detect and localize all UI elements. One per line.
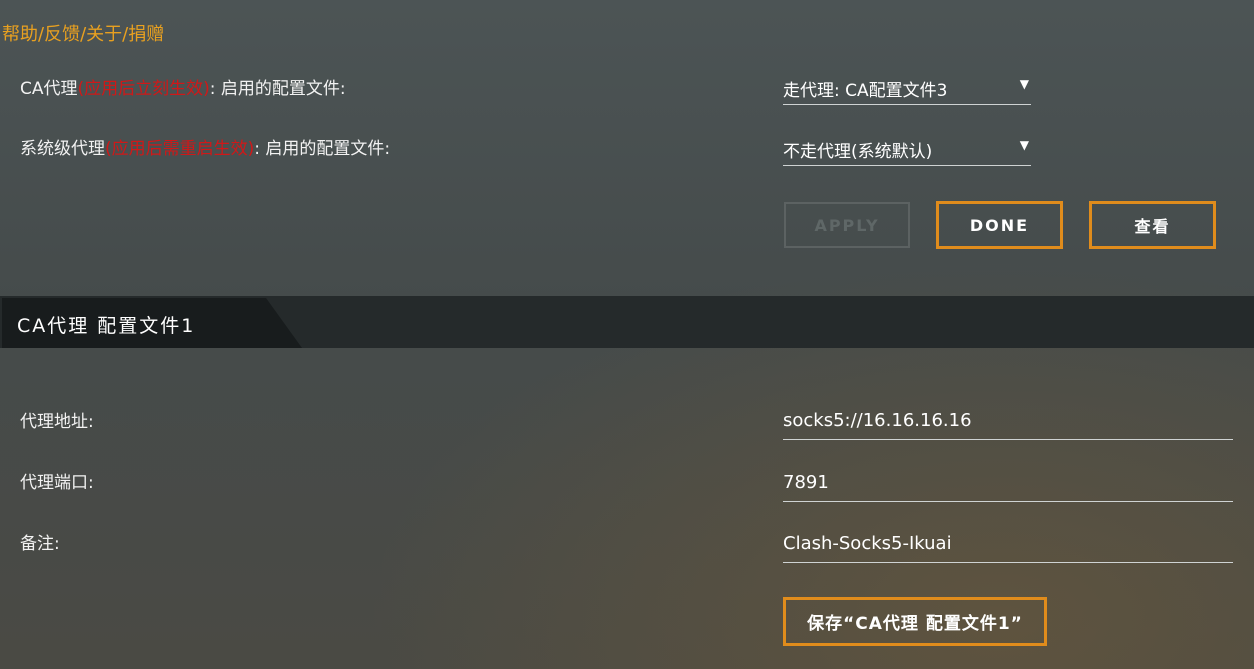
proxy-address-value: socks5://16.16.16.16 (783, 410, 972, 431)
ca-proxy-label-main: CA代理 (20, 79, 78, 99)
view-button[interactable]: 查看 (1089, 201, 1216, 249)
system-proxy-selected-value: 不走代理(系统默认) (783, 142, 933, 162)
system-proxy-label-main: 系统级代理 (20, 139, 105, 159)
proxy-port-field[interactable]: 7891 (783, 465, 1233, 502)
system-proxy-profile-select[interactable]: 不走代理(系统默认) ▼ (783, 131, 1031, 166)
system-proxy-label: 系统级代理(应用后需重启生效): 启用的配置文件: (20, 134, 390, 159)
save-profile-button[interactable]: 保存“CA代理 配置文件1” (783, 597, 1047, 646)
ca-proxy-label: CA代理(应用后立刻生效): 启用的配置文件: (20, 74, 346, 99)
system-proxy-label-suffix: : 启用的配置文件: (254, 139, 391, 159)
proxy-address-label: 代理地址: (20, 412, 94, 432)
note-field[interactable]: Clash-Socks5-Ikuai (783, 526, 1233, 563)
chevron-down-icon: ▼ (1019, 138, 1029, 152)
proxy-address-field[interactable]: socks5://16.16.16.16 (783, 403, 1233, 440)
apply-button[interactable]: APPLY (784, 202, 910, 248)
help-feedback-link[interactable]: 帮助/反馈/关于/捐赠 (2, 20, 164, 46)
note-value: Clash-Socks5-Ikuai (783, 533, 952, 554)
proxy-port-label: 代理端口: (20, 473, 94, 493)
chevron-down-icon: ▼ (1019, 77, 1029, 91)
system-proxy-label-note: (应用后需重启生效) (105, 139, 255, 159)
ca-proxy-profile-select[interactable]: 走代理: CA配置文件3 ▼ (783, 70, 1031, 105)
ca-proxy-selected-value: 走代理: CA配置文件3 (783, 81, 948, 101)
ca-proxy-label-suffix: : 启用的配置文件: (209, 79, 346, 99)
ca-proxy-label-note: (应用后立刻生效) (77, 79, 210, 99)
proxy-port-value: 7891 (783, 472, 829, 493)
section-title: CA代理 配置文件1 (17, 315, 196, 337)
note-label: 备注: (20, 534, 60, 554)
done-button[interactable]: DONE (936, 201, 1063, 249)
